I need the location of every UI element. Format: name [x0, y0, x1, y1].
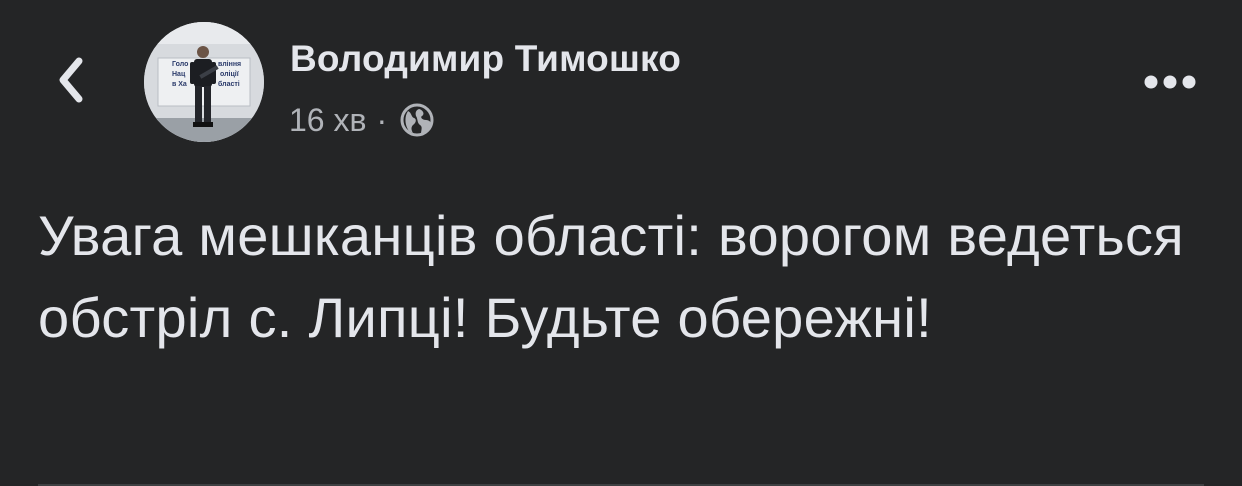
avatar-backdrop-text: Нац — [172, 71, 186, 78]
post-meta: 16 хв · — [289, 100, 435, 140]
post-timestamp[interactable]: 16 хв — [289, 102, 366, 139]
chevron-left-icon — [59, 57, 83, 103]
post-card: Голо вління Нац оліції в Ха бласті Волод… — [0, 0, 1242, 486]
back-button[interactable] — [46, 50, 96, 110]
avatar-backdrop-text: вління — [218, 60, 241, 68]
more-horizontal-icon — [1144, 75, 1196, 89]
meta-separator: · — [376, 101, 388, 138]
more-options-button[interactable] — [1138, 62, 1202, 102]
post-text: Увага мешканців області: ворогом ведетьс… — [38, 204, 1184, 349]
avatar-backdrop-text: бласті — [218, 80, 240, 88]
avatar-backdrop-text: оліції — [220, 70, 240, 78]
avatar-backdrop-text: Голо — [172, 61, 188, 68]
globe-icon[interactable] — [399, 102, 435, 138]
avatar[interactable]: Голо вління Нац оліції в Ха бласті — [144, 22, 264, 142]
author-name[interactable]: Володимир Тимошко — [290, 38, 681, 80]
avatar-backdrop-text: в Ха — [172, 81, 187, 88]
